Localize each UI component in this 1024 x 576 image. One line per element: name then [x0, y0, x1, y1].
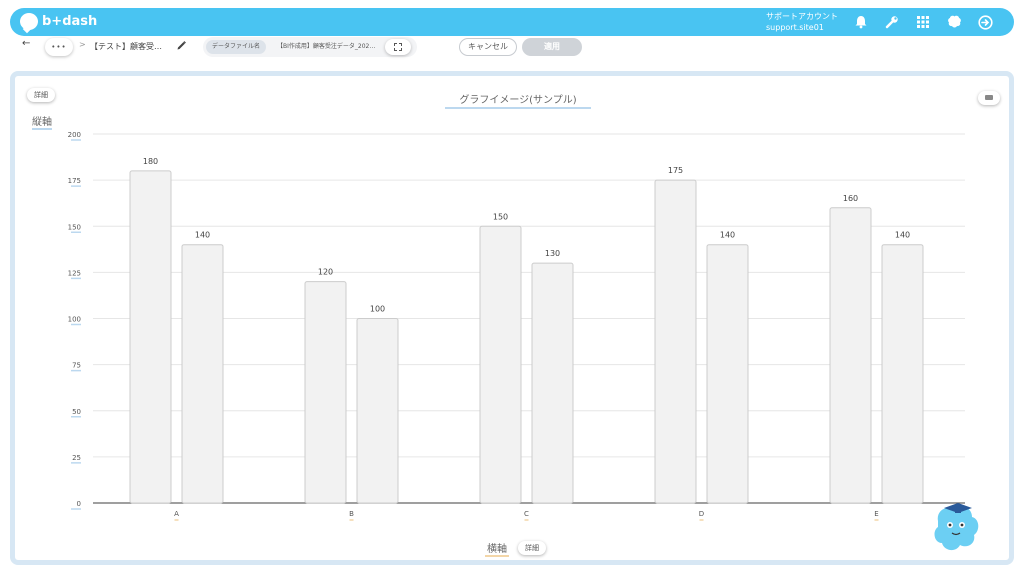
data-label: 100 [370, 305, 385, 314]
chart-panel: 詳細 グラフイメージ(サンプル) 縦軸 0 25 50 75 100 125 150 175 2… [10, 71, 1014, 565]
y-tick-label: 100 [68, 316, 81, 324]
data-label: 140 [895, 231, 910, 240]
mascot-brain-icon[interactable] [928, 499, 984, 555]
pencil-edit-icon[interactable] [176, 40, 187, 53]
breadcrumb-separator: > [79, 40, 86, 49]
x-tick-label: A [174, 510, 179, 518]
more-button[interactable]: ••• [45, 38, 73, 56]
app-window: b+dash サポートアカウント support.site01 ← ••• > … [0, 0, 1024, 576]
data-label: 175 [668, 166, 683, 175]
datafile-selector[interactable]: データファイル名 【BI作成用】顧客受注データ_202… [203, 37, 417, 57]
y-tick-label: 25 [72, 454, 81, 462]
y-tick-label: 150 [68, 223, 81, 231]
bar [654, 179, 697, 504]
brain-icon[interactable] [945, 13, 963, 31]
bar [479, 225, 522, 504]
header-bar: b+dash サポートアカウント support.site01 [10, 8, 1014, 36]
data-label: 130 [545, 249, 560, 258]
logo-text: b+dash [42, 14, 98, 29]
data-label: 160 [843, 194, 858, 203]
data-label: 120 [318, 268, 333, 277]
logout-icon[interactable] [976, 13, 994, 31]
x-tick-label: C [524, 510, 529, 518]
data-label: 180 [143, 157, 158, 166]
y-tick-label: 200 [68, 131, 81, 139]
datafile-label: データファイル名 [206, 40, 267, 54]
bar [881, 244, 924, 504]
y-tick-label: 75 [72, 362, 81, 370]
bar [829, 207, 872, 504]
x-tick-label: E [874, 510, 878, 518]
cancel-button[interactable]: キャンセル [459, 38, 517, 56]
bell-icon[interactable] [852, 13, 870, 31]
wrench-icon[interactable] [883, 13, 901, 31]
bar [706, 244, 749, 504]
account-id: support.site01 [766, 23, 824, 32]
bar [356, 318, 399, 504]
expand-icon[interactable] [385, 39, 411, 55]
x-tick-label: D [699, 510, 704, 518]
toolbar: ← ••• > 【テスト】顧客受… データファイル名 【BI作成用】顧客受注デー… [10, 36, 1014, 58]
breadcrumb-title[interactable]: 【テスト】顧客受… [90, 41, 162, 52]
back-arrow-icon[interactable]: ← [22, 38, 30, 49]
account-name: サポートアカウント [766, 12, 838, 21]
y-tick-label: 125 [68, 269, 81, 277]
data-label: 140 [720, 231, 735, 240]
grid-icon[interactable] [914, 13, 932, 31]
apply-button[interactable]: 適用 [522, 38, 582, 56]
bar [304, 281, 347, 504]
y-tick-label: 0 [77, 500, 81, 508]
y-tick-label: 175 [68, 177, 81, 185]
data-label: 150 [493, 212, 508, 221]
datafile-value: 【BI作成用】顧客受注データ_202… [277, 43, 376, 50]
bar [531, 262, 574, 504]
x-tick-label: B [349, 510, 354, 518]
app-logo[interactable]: b+dash [20, 13, 97, 30]
bar [129, 170, 172, 504]
bar-chart: 0 25 50 75 100 125 150 175 200 180 140 A 120 100 B 150 1… [68, 131, 965, 521]
x-axis-label[interactable]: 横軸 [485, 540, 509, 557]
bar [181, 244, 224, 504]
detail-button-bottom[interactable]: 詳細 [518, 541, 546, 555]
logo-bubble-icon [20, 13, 38, 30]
data-label: 140 [195, 231, 210, 240]
y-tick-label: 50 [72, 408, 81, 416]
account-info[interactable]: サポートアカウント support.site01 [766, 11, 838, 33]
